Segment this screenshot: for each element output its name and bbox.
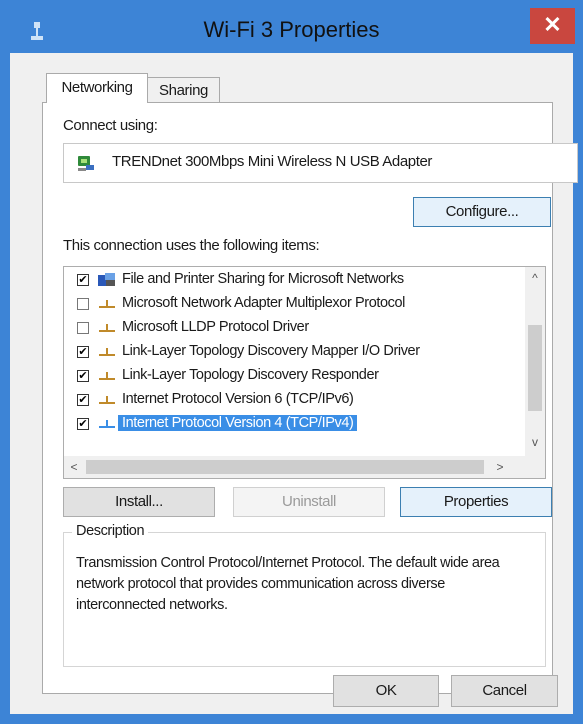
ok-button[interactable]: OK bbox=[333, 675, 439, 707]
scroll-left-icon[interactable]: < bbox=[64, 456, 84, 478]
list-item[interactable]: ✔ Internet Protocol Version 6 (TCP/IPv6) bbox=[64, 389, 524, 413]
items-list[interactable]: ✔ File and Printer Sharing for Microsoft… bbox=[63, 266, 546, 479]
item-checkbox[interactable] bbox=[77, 322, 89, 334]
networking-tab-panel: Connect using: TRENDnet 300Mbps Mini Wir… bbox=[42, 102, 578, 694]
horizontal-scrollbar[interactable]: < > bbox=[64, 456, 525, 478]
cancel-button[interactable]: Cancel bbox=[451, 675, 558, 707]
description-text: Transmission Control Protocol/Internet P… bbox=[76, 555, 500, 613]
adapter-name: TRENDnet 300Mbps Mini Wireless N USB Ada… bbox=[112, 153, 433, 170]
adapter-field: TRENDnet 300Mbps Mini Wireless N USB Ada… bbox=[63, 143, 578, 183]
items-list-label: This connection uses the following items… bbox=[63, 237, 320, 254]
item-checkbox[interactable] bbox=[77, 298, 89, 310]
protocol-icon bbox=[99, 348, 115, 356]
list-item[interactable]: ✔ File and Printer Sharing for Microsoft… bbox=[64, 269, 524, 293]
item-label: Microsoft Network Adapter Multiplexor Pr… bbox=[122, 295, 405, 311]
item-checkbox[interactable]: ✔ bbox=[77, 418, 89, 430]
uninstall-button[interactable]: Uninstall bbox=[233, 487, 385, 517]
item-label: Link-Layer Topology Discovery Mapper I/O… bbox=[122, 343, 420, 359]
list-item[interactable]: ✔ Link-Layer Topology Discovery Responde… bbox=[64, 365, 524, 389]
network-adapter-icon bbox=[78, 156, 94, 171]
protocol-icon bbox=[99, 396, 115, 404]
file-printer-sharing-icon bbox=[98, 273, 115, 286]
scroll-corner bbox=[525, 456, 545, 478]
close-button[interactable]: ✕ bbox=[530, 8, 575, 44]
properties-button[interactable]: Properties bbox=[400, 487, 552, 517]
description-group: Description Transmission Control Protoco… bbox=[63, 523, 546, 667]
properties-window: Wi-Fi 3 Properties ✕ Networking Sharing … bbox=[0, 0, 583, 724]
list-item-selected[interactable]: ✔ Internet Protocol Version 4 (TCP/IPv4) bbox=[64, 413, 524, 437]
item-label: Internet Protocol Version 6 (TCP/IPv6) bbox=[122, 391, 354, 407]
protocol-icon bbox=[99, 324, 115, 332]
description-legend: Description bbox=[72, 523, 149, 539]
tab-sharing[interactable]: Sharing bbox=[148, 77, 220, 103]
list-item[interactable]: Microsoft Network Adapter Multiplexor Pr… bbox=[64, 293, 524, 317]
vertical-scroll-thumb[interactable] bbox=[528, 325, 542, 411]
item-checkbox[interactable]: ✔ bbox=[77, 370, 89, 382]
protocol-icon bbox=[99, 372, 115, 380]
scroll-up-icon[interactable]: ^ bbox=[525, 269, 545, 287]
connect-using-label: Connect using: bbox=[63, 117, 158, 134]
tab-networking[interactable]: Networking bbox=[46, 73, 148, 103]
horizontal-scroll-thumb[interactable] bbox=[86, 460, 484, 474]
scroll-right-icon[interactable]: > bbox=[490, 456, 510, 478]
item-checkbox[interactable]: ✔ bbox=[77, 346, 89, 358]
protocol-icon bbox=[99, 300, 115, 308]
configure-button[interactable]: Configure... bbox=[413, 197, 551, 227]
protocol-icon bbox=[99, 420, 115, 428]
vertical-scrollbar[interactable]: ^ v bbox=[525, 267, 545, 456]
scroll-down-icon[interactable]: v bbox=[525, 433, 545, 451]
install-button[interactable]: Install... bbox=[63, 487, 215, 517]
item-label: Link-Layer Topology Discovery Responder bbox=[122, 367, 379, 383]
item-label: Internet Protocol Version 4 (TCP/IPv4) bbox=[118, 415, 358, 431]
close-icon: ✕ bbox=[543, 12, 562, 37]
list-item[interactable]: ✔ Link-Layer Topology Discovery Mapper I… bbox=[64, 341, 524, 365]
list-item[interactable]: Microsoft LLDP Protocol Driver bbox=[64, 317, 524, 341]
item-label: File and Printer Sharing for Microsoft N… bbox=[122, 271, 404, 287]
dialog-body: Networking Sharing Connect using: TRENDn… bbox=[10, 53, 578, 714]
item-checkbox[interactable]: ✔ bbox=[77, 274, 89, 286]
window-title: Wi-Fi 3 Properties bbox=[203, 17, 380, 42]
item-label: Microsoft LLDP Protocol Driver bbox=[122, 319, 309, 335]
item-checkbox[interactable]: ✔ bbox=[77, 394, 89, 406]
